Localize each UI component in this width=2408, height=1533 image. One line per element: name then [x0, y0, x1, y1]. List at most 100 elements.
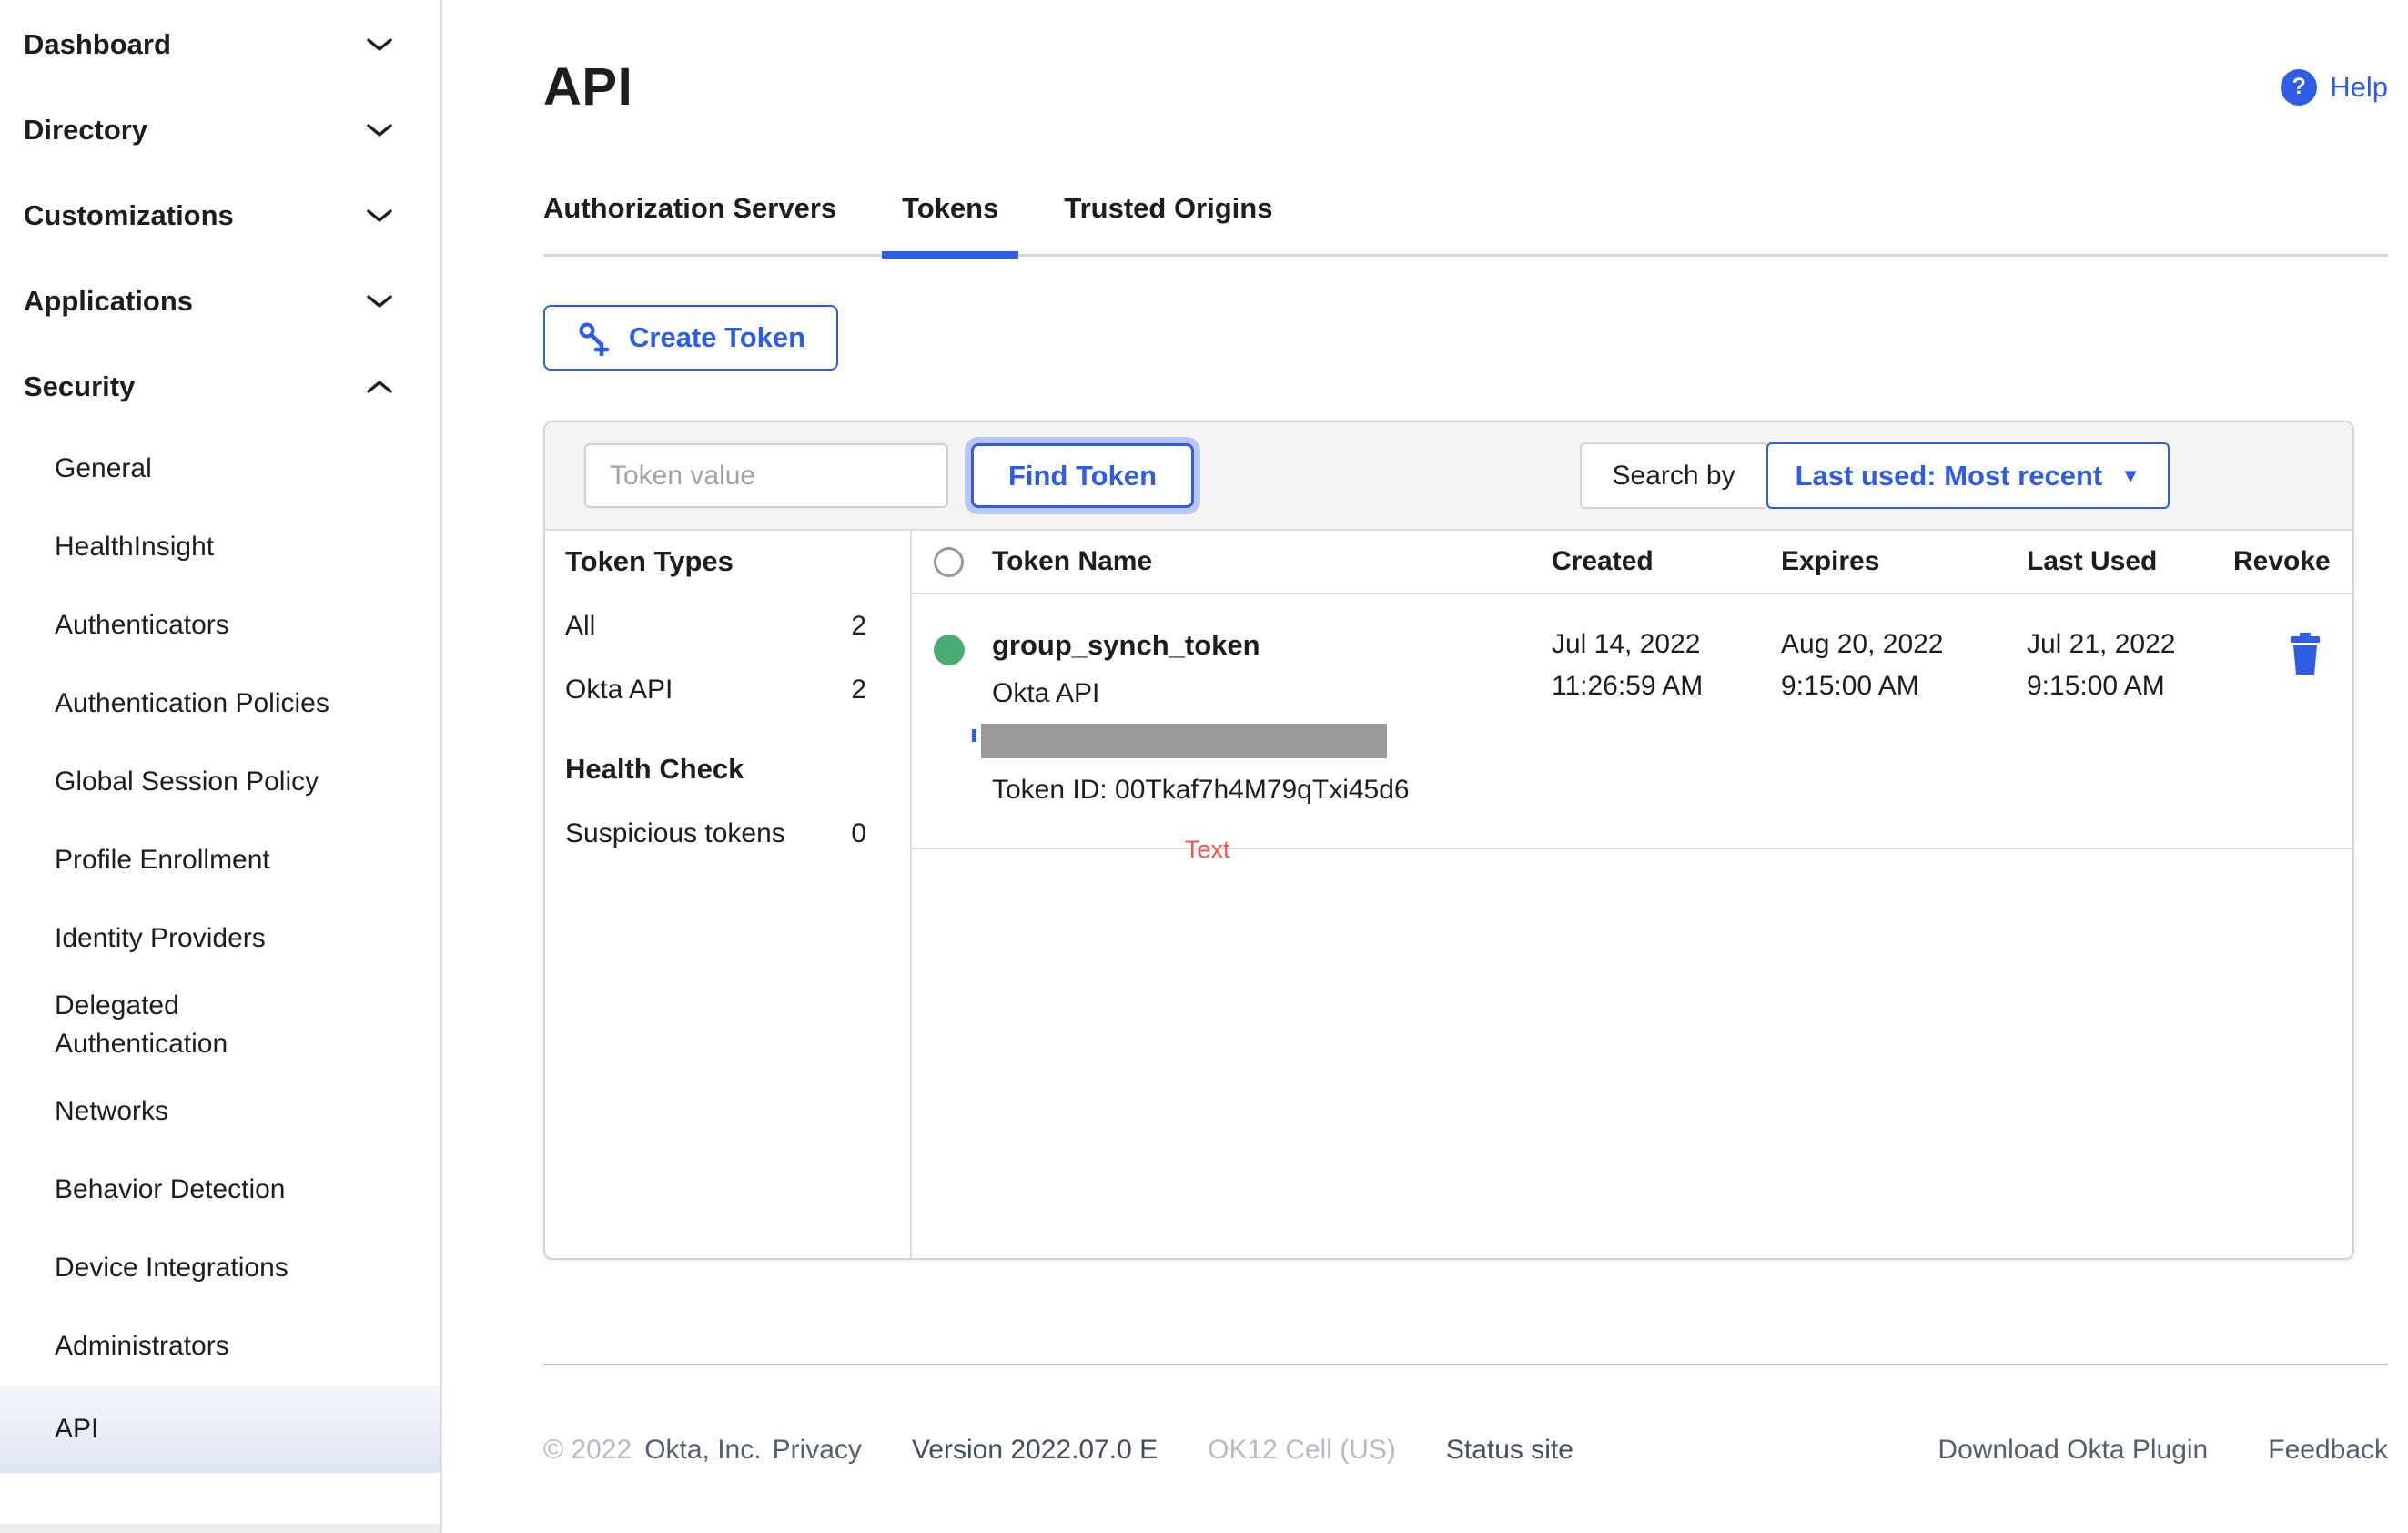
- filter-count: 2: [851, 675, 866, 705]
- sidebar: Dashboard Directory Customizations Appli…: [0, 0, 442, 1533]
- app-window: Dashboard Directory Customizations Appli…: [0, 0, 2408, 1533]
- footer-feedback-link[interactable]: Feedback: [2268, 1435, 2388, 1466]
- filter-label: All: [565, 611, 596, 641]
- tokens-table: Token Name Created Expires Last Used Rev…: [912, 531, 2352, 1258]
- sidebar-item-global-session-policy[interactable]: Global Session Policy: [0, 743, 440, 821]
- filter-all[interactable]: All 2: [565, 611, 866, 642]
- table-header-row: Token Name Created Expires Last Used Rev…: [912, 531, 2352, 594]
- last-used-date: Jul 21, 2022: [2027, 629, 2176, 659]
- page-header: API ? Help: [543, 56, 2388, 117]
- trash-icon: [2290, 633, 2320, 675]
- sort-dropdown[interactable]: Last used: Most recent ▼: [1766, 442, 2170, 509]
- select-all-radio[interactable]: [934, 546, 964, 577]
- created-cell: Jul 14, 2022 11:26:59 AM: [1552, 629, 1781, 702]
- help-label: Help: [2330, 70, 2388, 103]
- sidebar-item-security[interactable]: Security: [0, 344, 440, 430]
- chevron-down-icon: [367, 295, 392, 308]
- footer-copyright: © 2022: [543, 1435, 632, 1465]
- token-types-panel: Token Types All 2 Okta API 2 Health Chec…: [545, 531, 912, 1258]
- revoke-button[interactable]: [2257, 633, 2352, 677]
- filter-count: 0: [851, 818, 866, 848]
- tab-tokens[interactable]: Tokens: [882, 192, 1019, 259]
- col-expires: Expires: [1781, 546, 1880, 576]
- sort-value: Last used: Most recent: [1795, 459, 2103, 492]
- sidebar-item-label: Security: [24, 371, 136, 402]
- chevron-down-icon: [367, 209, 392, 222]
- chevron-down-icon: [367, 124, 392, 137]
- main-content: API ? Help Authorization Servers Tokens …: [442, 0, 2408, 1533]
- sidebar-item-label: Applications: [24, 285, 194, 317]
- last-used-time: 9:15:00 AM: [2027, 671, 2165, 701]
- tab-trusted-origins[interactable]: Trusted Origins: [1064, 192, 1272, 254]
- help-icon: ?: [2281, 68, 2318, 106]
- sidebar-item-authenticators[interactable]: Authenticators: [0, 586, 440, 665]
- sidebar-item-applications[interactable]: Applications: [0, 259, 440, 344]
- health-check-heading: Health Check: [565, 753, 744, 785]
- sidebar-item-label: Directory: [24, 114, 148, 146]
- token-name: group_synch_token: [992, 629, 1260, 661]
- sidebar-item-delegated-authentication[interactable]: Delegated Authentication: [0, 978, 382, 1072]
- token-type: Okta API: [992, 678, 1100, 708]
- footer: © 2022 Okta, Inc. Privacy Version 2022.0…: [543, 1364, 2388, 1466]
- filter-label: Okta API: [565, 675, 673, 705]
- sidebar-item-administrators[interactable]: Administrators: [0, 1307, 440, 1386]
- filter-okta-api[interactable]: Okta API 2: [565, 675, 866, 706]
- create-token-label: Create Token: [629, 321, 806, 353]
- expires-date: Aug 20, 2022: [1781, 629, 1944, 659]
- footer-status-site-link[interactable]: Status site: [1446, 1435, 1573, 1466]
- token-value-input[interactable]: [584, 443, 948, 508]
- sidebar-item-identity-providers[interactable]: Identity Providers: [0, 899, 440, 978]
- active-status-icon: [934, 635, 965, 665]
- sidebar-item-device-integrations[interactable]: Device Integrations: [0, 1229, 440, 1307]
- key-plus-icon: [579, 322, 610, 356]
- sort-control: Search by Last used: Most recent ▼: [1579, 442, 2170, 509]
- panel-body: Token Types All 2 Okta API 2 Health Chec…: [545, 531, 2352, 1258]
- sidebar-item-authentication-policies[interactable]: Authentication Policies: [0, 665, 440, 743]
- sidebar-item-general[interactable]: General: [0, 430, 440, 508]
- sidebar-item-networks[interactable]: Networks: [0, 1072, 440, 1151]
- footer-download-plugin-link[interactable]: Download Okta Plugin: [1938, 1435, 2208, 1466]
- help-link[interactable]: ? Help: [2281, 68, 2388, 106]
- sidebar-bottom-strip: [0, 1524, 440, 1533]
- footer-company: Okta, Inc.: [644, 1435, 762, 1465]
- sidebar-item-label: Customizations: [24, 199, 234, 231]
- create-token-button[interactable]: Create Token: [543, 305, 839, 371]
- chevron-down-icon: [367, 38, 392, 51]
- sidebar-item-customizations[interactable]: Customizations: [0, 173, 440, 259]
- chevron-up-icon: [367, 381, 392, 393]
- last-used-cell: Jul 21, 2022 9:15:00 AM: [2027, 629, 2233, 702]
- find-token-button[interactable]: Find Token: [971, 443, 1195, 508]
- redaction-cursor: [972, 729, 976, 742]
- annotation-text: Text: [1185, 836, 1230, 863]
- sidebar-item-label: Dashboard: [24, 28, 171, 60]
- token-types-heading: Token Types: [565, 545, 734, 577]
- expires-time: 9:15:00 AM: [1781, 671, 1919, 701]
- search-by-label: Search by: [1579, 442, 1766, 509]
- table-row: group_synch_token Okta API Token ID: 00T…: [912, 594, 2352, 863]
- col-token-name: Token Name: [992, 546, 1153, 576]
- tab-bar: Authorization Servers Tokens Trusted Ori…: [543, 192, 2388, 259]
- search-bar: Find Token Search by Last used: Most rec…: [545, 422, 2352, 531]
- filter-label: Suspicious tokens: [565, 818, 785, 848]
- page-title: API: [543, 57, 633, 117]
- sidebar-item-directory[interactable]: Directory: [0, 87, 440, 173]
- sidebar-item-behavior-detection[interactable]: Behavior Detection: [0, 1151, 440, 1229]
- caret-down-icon: ▼: [2120, 463, 2140, 487]
- footer-privacy-link[interactable]: Privacy: [773, 1435, 862, 1466]
- col-revoke: Revoke: [2233, 546, 2331, 576]
- col-last-used: Last Used: [2027, 546, 2158, 576]
- tokens-panel: Find Token Search by Last used: Most rec…: [543, 421, 2354, 1260]
- created-date: Jul 14, 2022: [1552, 629, 1701, 659]
- filter-count: 2: [851, 611, 866, 641]
- sidebar-item-dashboard[interactable]: Dashboard: [0, 2, 440, 87]
- sidebar-item-healthinsight[interactable]: HealthInsight: [0, 508, 440, 586]
- redacted-token-value: [972, 724, 1387, 758]
- tab-authorization-servers[interactable]: Authorization Servers: [543, 192, 836, 254]
- filter-suspicious-tokens[interactable]: Suspicious tokens 0: [565, 818, 866, 849]
- footer-version: Version 2022.07.0 E: [911, 1435, 1158, 1465]
- sidebar-item-profile-enrollment[interactable]: Profile Enrollment: [0, 821, 440, 899]
- col-created: Created: [1552, 546, 1654, 576]
- created-time: 11:26:59 AM: [1552, 671, 1704, 701]
- expires-cell: Aug 20, 2022 9:15:00 AM: [1781, 629, 2027, 702]
- sidebar-item-api[interactable]: API: [0, 1386, 440, 1473]
